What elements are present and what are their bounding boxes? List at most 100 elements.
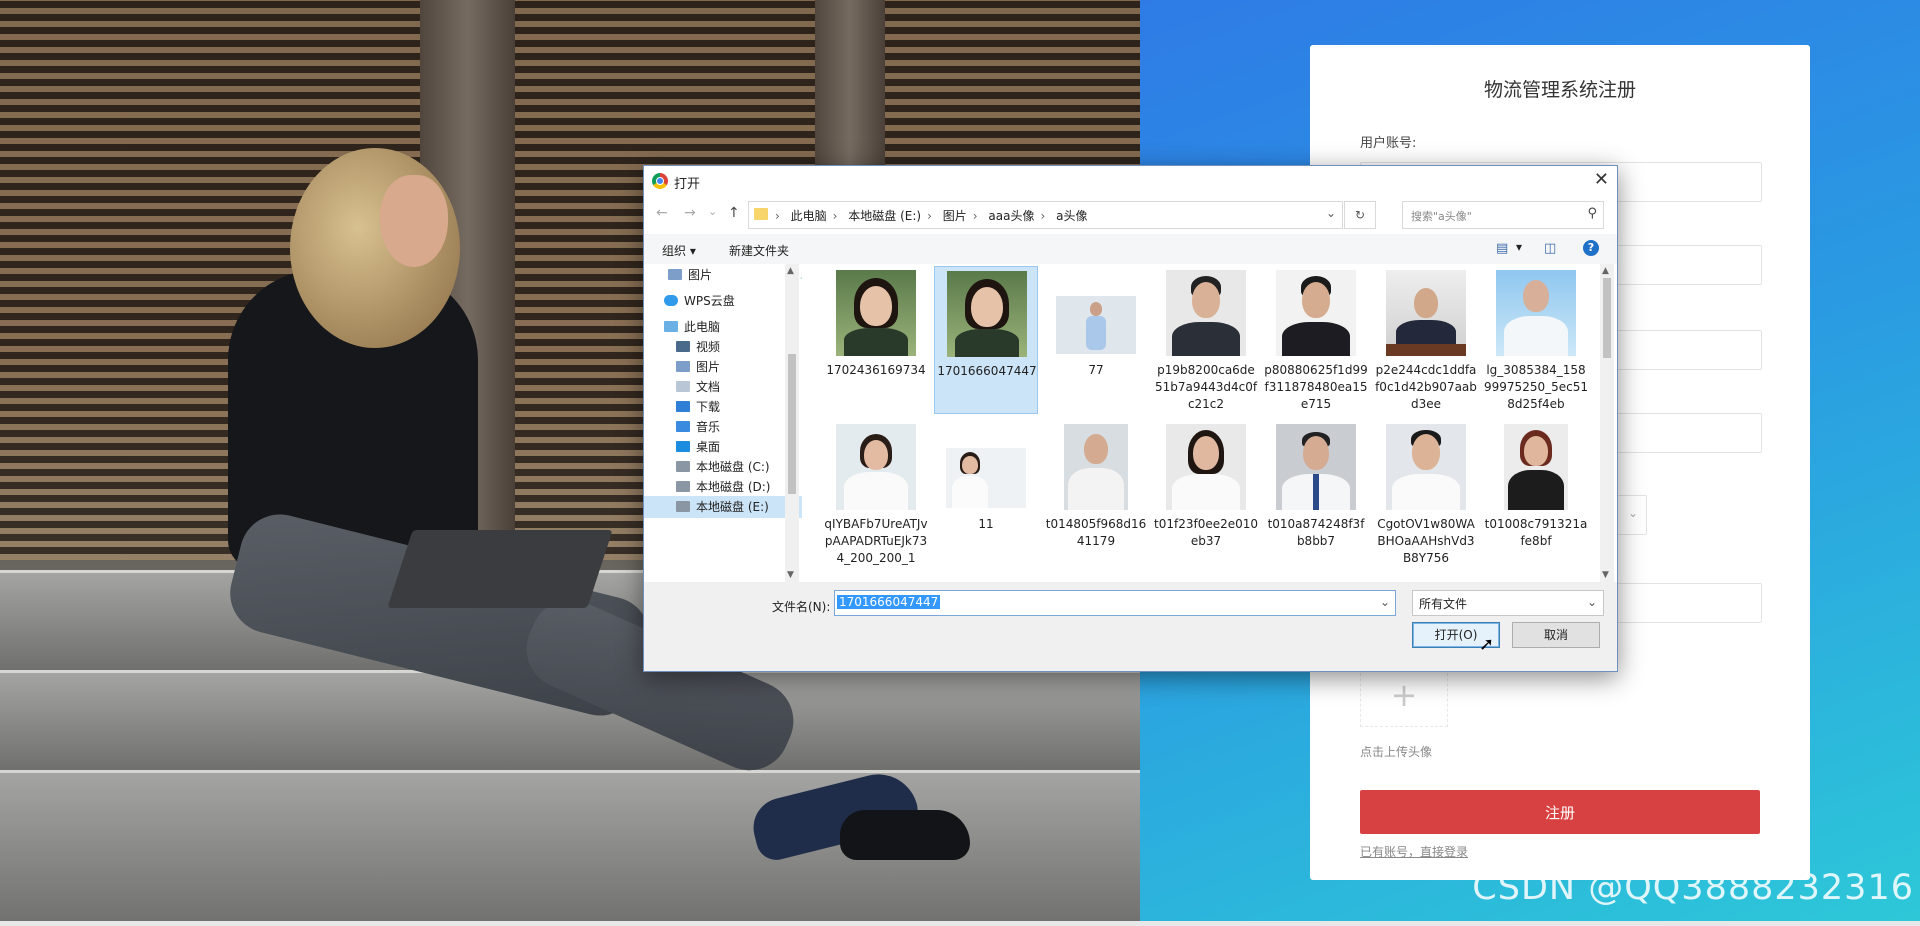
file-name: lg_3085384_15899975250_5ec518d25f4eb: [1484, 363, 1588, 411]
sidebar-item-this-pc[interactable]: 此电脑: [664, 316, 802, 338]
search-input[interactable]: 搜索"a头像" ⚲: [1402, 201, 1604, 229]
scroll-down-icon[interactable]: ▼: [1602, 570, 1609, 580]
file-item[interactable]: qIYBAFb7UreATJvpAAPADRTuEJk734_200_200_1: [824, 420, 928, 568]
sidebar-item-videos[interactable]: 视频: [676, 336, 802, 358]
taskbar: [0, 921, 1920, 926]
file-thumbnail: [1496, 270, 1576, 356]
login-link[interactable]: 已有账号，直接登录: [1360, 843, 1468, 860]
file-item[interactable]: t01008c791321afe8bf: [1484, 420, 1588, 568]
refresh-button[interactable]: ↻: [1344, 201, 1376, 229]
file-thumbnail: [1276, 424, 1356, 510]
address-bar[interactable]: › 此电脑 › 本地磁盘 (E:) › 图片 › aaa头像 › a头像 ⌄: [748, 201, 1343, 229]
file-name: t014805f968d1641179: [1045, 517, 1147, 548]
file-thumbnail: [1166, 424, 1246, 510]
file-name: 11: [978, 517, 994, 531]
pin-icon: 📌: [800, 264, 802, 286]
register-title: 物流管理系统注册: [1483, 79, 1636, 101]
scroll-up-icon[interactable]: ▲: [1602, 266, 1609, 276]
new-folder-button[interactable]: 新建文件夹: [729, 242, 789, 259]
open-file-dialog: 打开 ✕ ← → ⌄ ↑ › 此电脑 › 本地磁盘 (E:) › 图片 › aaa头像…: [643, 165, 1618, 672]
dialog-titlebar[interactable]: 打开 ✕: [644, 166, 1617, 196]
file-name: p80880625f1d99f311878480ea15e715: [1264, 363, 1368, 411]
scrollbar-thumb[interactable]: [1603, 278, 1611, 358]
sidebar-item-wps-cloud[interactable]: WPS云盘: [664, 290, 802, 312]
sidebar-item-music[interactable]: 音乐: [676, 416, 802, 438]
file-item[interactable]: t010a874248f3fb8bb7: [1264, 420, 1368, 568]
plus-icon: +: [1390, 676, 1418, 714]
sidebar-item-label: 下载: [696, 400, 721, 414]
sidebar-item-pictures[interactable]: 图片: [676, 356, 802, 378]
chevron-down-icon: ⌄: [1586, 595, 1597, 609]
videos-icon: [676, 341, 690, 352]
register-button[interactable]: 注册: [1360, 790, 1760, 834]
search-icon: ⚲: [1587, 206, 1597, 221]
sidebar-item-label: 本地磁盘 (C:): [696, 460, 770, 474]
chevron-down-icon[interactable]: ⌄: [1380, 595, 1390, 609]
file-item[interactable]: t01f23f0ee2e010eb37: [1154, 420, 1258, 568]
filetype-select[interactable]: 所有文件 ⌄: [1412, 590, 1604, 616]
sidebar-scrollbar[interactable]: ▲ ▼: [785, 264, 799, 582]
sneaker: [840, 810, 970, 860]
sidebar-item-drive-c[interactable]: 本地磁盘 (C:): [676, 456, 802, 478]
view-menu-button[interactable]: ▾: [1516, 240, 1522, 254]
filename-input[interactable]: 1701666047447 ⌄: [834, 590, 1396, 616]
sidebar-item-label: WPS云盘: [684, 294, 735, 308]
file-item[interactable]: CgotOV1w80WABHOaAAHshVd3B8Y756: [1374, 420, 1478, 568]
file-thumbnail: [1276, 270, 1356, 356]
sidebar-item-drive-d[interactable]: 本地磁盘 (D:): [676, 476, 802, 498]
organize-menu[interactable]: 组织 ▾: [662, 242, 696, 259]
scrollbar-thumb[interactable]: [788, 354, 796, 494]
breadcrumb-item[interactable]: 本地磁盘 (E:): [848, 209, 921, 223]
breadcrumb-item[interactable]: 此电脑: [791, 209, 827, 223]
avatar-upload-box[interactable]: +: [1360, 663, 1448, 727]
back-button[interactable]: ←: [656, 205, 668, 221]
breadcrumb-item[interactable]: 图片: [943, 209, 967, 223]
cancel-button[interactable]: 取消: [1512, 622, 1600, 648]
laptop: [387, 530, 613, 608]
preview-pane-icon[interactable]: ◫: [1544, 241, 1556, 256]
file-item[interactable]: p19b8200ca6de51b7a9443d4c0fc21c2: [1154, 266, 1258, 414]
file-name: 77: [1088, 363, 1104, 377]
breadcrumb-item[interactable]: a头像: [1056, 209, 1087, 223]
sidebar-item-label: 文档: [696, 380, 721, 394]
file-name: t01008c791321afe8bf: [1484, 517, 1588, 548]
filename-label: 文件名(N):: [772, 600, 831, 614]
up-button[interactable]: ↑: [728, 205, 740, 221]
sidebar-item-label: 图片: [696, 360, 721, 374]
sidebar-item-desktop[interactable]: 桌面: [676, 436, 802, 458]
upload-hint: 点击上传头像: [1360, 745, 1433, 759]
file-thumbnail: [947, 271, 1027, 357]
sidebar-item-pictures-pinned[interactable]: 图片 📌: [668, 264, 802, 286]
file-item[interactable]: 77: [1044, 266, 1148, 414]
breadcrumb-item[interactable]: aaa头像: [988, 209, 1034, 223]
forward-button[interactable]: →: [684, 205, 696, 221]
view-options-icon[interactable]: ▤: [1496, 241, 1508, 256]
sidebar-item-label: 视频: [696, 340, 721, 354]
file-item-selected[interactable]: 1701666047447: [934, 266, 1038, 414]
file-item[interactable]: 1702436169734: [824, 266, 928, 414]
file-list-scrollbar[interactable]: ▲ ▼: [1600, 264, 1614, 582]
file-list: 1702436169734 1701666047447 77 p19b8200c…: [814, 264, 1594, 582]
scroll-down-icon[interactable]: ▼: [787, 570, 794, 580]
cloud-icon: [664, 295, 678, 306]
file-item[interactable]: p2e244cdc1ddfaf0c1d42b907aabd3ee: [1374, 266, 1478, 414]
sidebar-item-drive-e[interactable]: 本地磁盘 (E:): [644, 496, 802, 518]
recent-locations-button[interactable]: ⌄: [708, 205, 717, 218]
file-item[interactable]: 11: [934, 420, 1038, 568]
file-item[interactable]: lg_3085384_15899975250_5ec518d25f4eb: [1484, 266, 1588, 414]
sidebar-item-downloads[interactable]: 下载: [676, 396, 802, 418]
folder-icon: [754, 208, 768, 220]
help-icon[interactable]: ?: [1583, 240, 1599, 256]
chevron-down-icon[interactable]: ⌄: [1326, 206, 1336, 220]
chevron-down-icon: ⌄: [1627, 506, 1638, 520]
file-item[interactable]: p80880625f1d99f311878480ea15e715: [1264, 266, 1368, 414]
file-item[interactable]: t014805f968d1641179: [1044, 420, 1148, 568]
navigation-bar: ← → ⌄ ↑ › 此电脑 › 本地磁盘 (E:) › 图片 › aaa头像 › a头像…: [644, 196, 1617, 234]
scroll-up-icon[interactable]: ▲: [787, 266, 794, 276]
close-button[interactable]: ✕: [1594, 169, 1609, 190]
computer-icon: [664, 321, 678, 332]
drive-icon: [676, 461, 690, 472]
chevron-right-icon: ›: [1040, 209, 1046, 223]
file-thumbnail: [1166, 270, 1246, 356]
sidebar-item-documents[interactable]: 文档: [676, 376, 802, 398]
